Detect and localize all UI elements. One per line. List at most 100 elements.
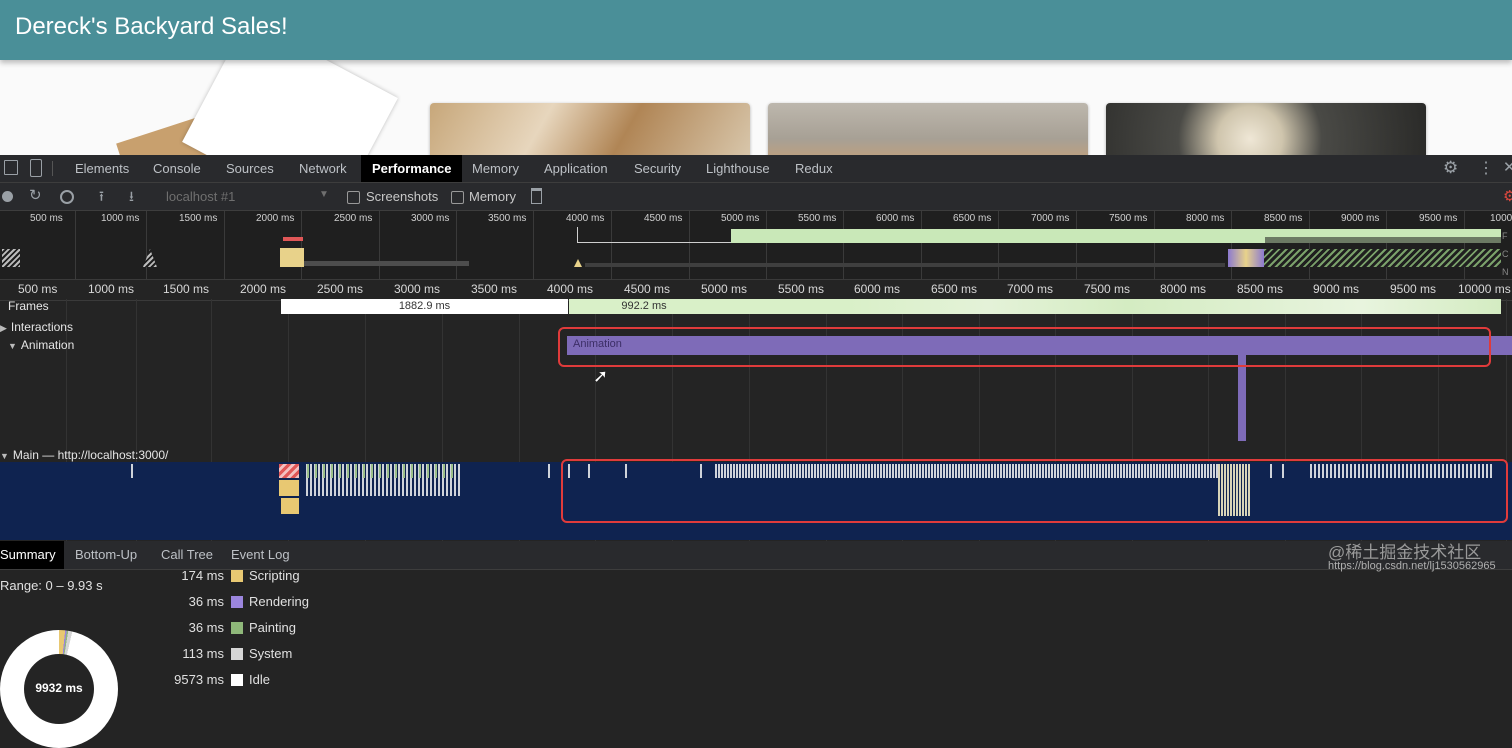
main-thread-event[interactable] xyxy=(347,464,349,478)
main-thread-event[interactable] xyxy=(382,464,384,496)
upload-profile-icon[interactable]: ⭱ xyxy=(99,186,104,210)
main-thread-event[interactable] xyxy=(371,464,373,478)
inspect-element-icon[interactable] xyxy=(4,160,18,175)
tab-console[interactable]: Console xyxy=(153,155,201,182)
interactions-track-label[interactable]: ▶ Interactions xyxy=(0,320,73,334)
product-card-box[interactable] xyxy=(1106,103,1426,155)
memory-checkbox[interactable] xyxy=(451,191,464,204)
main-thread-event[interactable] xyxy=(427,464,429,478)
main-thread-event[interactable] xyxy=(454,464,456,496)
ruler-tick-label: 6500 ms xyxy=(931,282,978,296)
overview-fps-line xyxy=(577,242,731,243)
tab-application[interactable]: Application xyxy=(544,155,608,182)
tab-sources[interactable]: Sources xyxy=(226,155,274,182)
timeline-ruler: 500 ms 1000 ms 1500 ms 2000 ms 2500 ms 3000 m… xyxy=(0,279,1512,301)
tab-security[interactable]: Security xyxy=(634,155,681,182)
main-thread-event[interactable] xyxy=(374,464,376,496)
tab-elements[interactable]: Elements xyxy=(75,155,129,182)
tab-network[interactable]: Network xyxy=(299,155,347,182)
device-toolbar-icon[interactable] xyxy=(30,159,42,177)
frame-1[interactable]: 1882.9 ms xyxy=(281,299,568,314)
tab-summary[interactable]: Summary xyxy=(0,541,64,569)
main-thread-event[interactable] xyxy=(443,464,445,478)
main-thread-event[interactable] xyxy=(390,464,392,496)
main-thread-event[interactable] xyxy=(379,464,381,478)
site-title: Dereck's Backyard Sales! xyxy=(15,13,288,40)
main-thread-event[interactable] xyxy=(307,464,309,478)
summary-legend-swatch xyxy=(231,570,243,582)
reload-record-icon[interactable]: ↻ xyxy=(29,186,42,204)
scripting-block[interactable] xyxy=(279,480,299,496)
main-thread-event[interactable] xyxy=(387,464,389,478)
tab-call-tree[interactable]: Call Tree xyxy=(161,541,213,569)
summary-legend-name: Scripting xyxy=(249,568,300,583)
summary-legend-value: 9573 ms xyxy=(174,672,224,687)
frames-track-bars[interactable]: 992.2 ms xyxy=(569,299,1501,314)
overview-tick-label: 2000 ms xyxy=(256,213,295,224)
main-thread-event[interactable] xyxy=(403,464,405,478)
main-thread-event[interactable] xyxy=(339,464,341,478)
main-track-label[interactable]: ▼ Main — http://localhost:3000/ xyxy=(0,448,168,462)
tab-redux[interactable]: Redux xyxy=(795,155,833,182)
main-thread-event[interactable] xyxy=(358,464,360,496)
timeline-overview[interactable]: 500 ms 1000 ms 1500 ms 2000 ms 2500 ms 3000 m… xyxy=(0,211,1512,279)
main-thread-event[interactable] xyxy=(458,464,460,496)
tab-memory[interactable]: Memory xyxy=(472,155,519,182)
ruler-tick-label: 8000 ms xyxy=(1160,282,1207,296)
main-thread-event[interactable] xyxy=(315,464,317,478)
main-thread-event[interactable] xyxy=(398,464,400,496)
long-task-marker[interactable] xyxy=(279,464,299,478)
main-thread-event[interactable] xyxy=(334,464,336,496)
main-thread-event[interactable] xyxy=(438,464,440,496)
main-thread-event[interactable] xyxy=(310,464,312,496)
main-thread-event[interactable] xyxy=(318,464,320,496)
main-thread-event[interactable] xyxy=(451,464,453,478)
details-tab-bar: Summary Bottom-Up Call Tree Event Log xyxy=(0,541,1512,570)
main-thread-event[interactable] xyxy=(422,464,424,496)
summary-legend-name: Idle xyxy=(249,672,270,687)
main-thread-event[interactable] xyxy=(131,464,133,478)
record-icon[interactable] xyxy=(2,191,13,202)
main-thread-event[interactable] xyxy=(355,464,357,478)
tab-event-log[interactable]: Event Log xyxy=(231,541,290,569)
main-thread-event[interactable] xyxy=(323,464,325,478)
main-thread-event[interactable] xyxy=(419,464,421,478)
settings-gear-icon[interactable]: ⚙ xyxy=(1443,158,1458,178)
main-thread-event[interactable] xyxy=(331,464,333,478)
capture-settings-gear-icon[interactable]: ⚙ xyxy=(1503,187,1512,205)
main-thread-event[interactable] xyxy=(363,464,365,478)
product-card-cat[interactable] xyxy=(430,103,750,155)
main-thread-event[interactable] xyxy=(350,464,352,496)
overview-gridline xyxy=(766,211,767,279)
target-select[interactable]: localhost #1 xyxy=(166,189,235,204)
close-devtools-icon[interactable]: ✕ xyxy=(1503,158,1512,176)
chevron-down-icon[interactable]: ▼ xyxy=(319,189,329,200)
trash-icon[interactable] xyxy=(531,188,542,204)
more-options-icon[interactable]: ⋮ xyxy=(1478,158,1494,178)
main-thread-event[interactable] xyxy=(406,464,408,496)
animation-sub-bar[interactable] xyxy=(1238,355,1246,441)
main-thread-event[interactable] xyxy=(446,464,448,496)
main-thread-event[interactable] xyxy=(430,464,432,496)
main-thread-event[interactable] xyxy=(411,464,413,478)
screenshots-checkbox[interactable] xyxy=(347,191,360,204)
main-thread-event[interactable] xyxy=(366,464,368,496)
tab-lighthouse[interactable]: Lighthouse xyxy=(706,155,770,182)
main-thread-event[interactable] xyxy=(414,464,416,496)
animation-track-label[interactable]: ▼ Animation xyxy=(8,338,74,352)
main-thread-event[interactable] xyxy=(435,464,437,478)
tab-bottom-up[interactable]: Bottom-Up xyxy=(75,541,137,569)
main-thread-event[interactable] xyxy=(326,464,328,496)
summary-legend-name: Rendering xyxy=(249,594,309,609)
main-thread-event[interactable] xyxy=(395,464,397,478)
main-thread-event[interactable] xyxy=(342,464,344,496)
tab-performance[interactable]: Performance xyxy=(361,155,463,182)
collapse-arrow-icon: ▼ xyxy=(8,341,17,351)
clear-icon[interactable] xyxy=(60,190,74,204)
download-profile-icon[interactable]: ⭳ xyxy=(129,186,134,210)
scripting-block-2[interactable] xyxy=(281,498,299,514)
main-thread-event[interactable] xyxy=(548,464,550,478)
overview-tick-label: 5000 ms xyxy=(721,213,760,224)
overview-cpu-scripting xyxy=(280,248,304,267)
product-card-kitten[interactable] xyxy=(768,103,1088,155)
